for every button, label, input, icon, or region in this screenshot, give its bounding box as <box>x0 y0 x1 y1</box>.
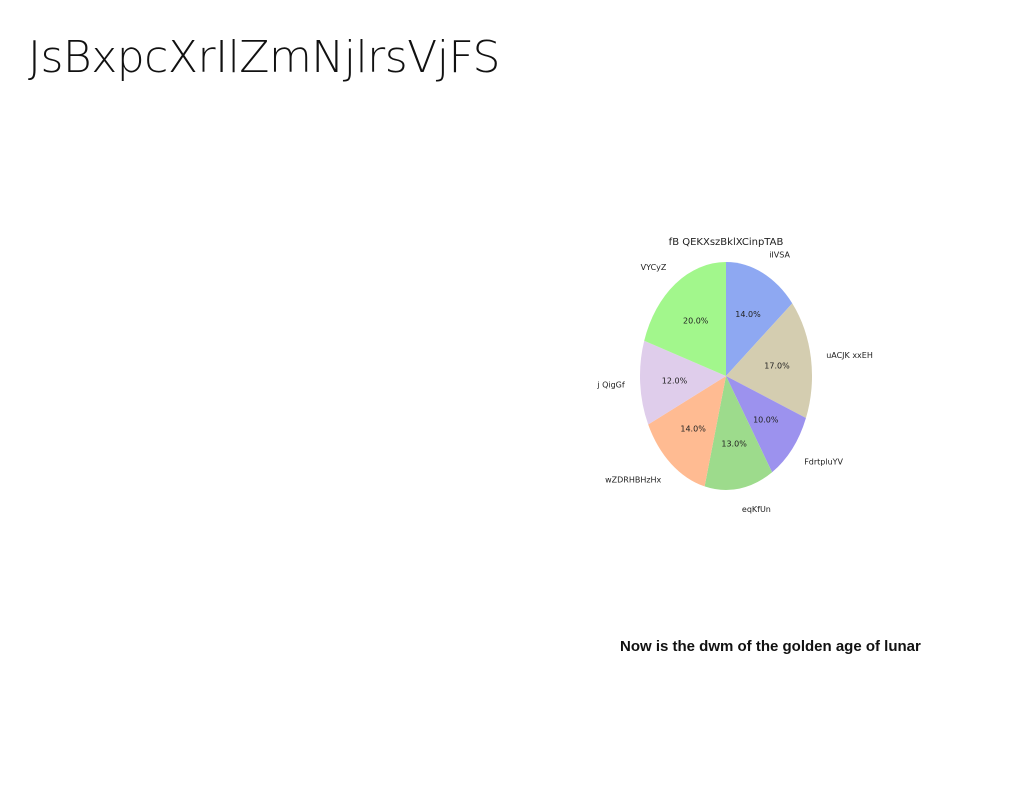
pie-chart-svg: fB QEKXszBklXCinpTAB 14.0% 17.0% 10.0% 13.0… <box>596 237 873 514</box>
chart-title: fB QEKXszBklXCinpTAB <box>669 237 784 248</box>
pie-percent-label: 20.0% <box>683 317 709 326</box>
pie-category-label: iIVSA <box>769 250 790 259</box>
pie-percent-label: 14.0% <box>680 425 706 434</box>
caption-text: Now is the dwm of the golden age of luna… <box>620 638 921 655</box>
pie-category-label: VYCyZ <box>641 263 667 272</box>
page-title: JsBxpcXrIlZmNjlrsVjFS <box>28 32 500 83</box>
pie-percent-label: 12.0% <box>662 376 688 385</box>
pie-category-label: wZDRHBHzHx <box>605 476 661 485</box>
pie-percent-label: 10.0% <box>753 416 779 425</box>
pie-category-label: FdrtpluYV <box>804 458 843 467</box>
pie-percent-label: 14.0% <box>735 310 761 319</box>
pie-category-label: j QigGf <box>596 380 625 389</box>
pie-category-label: eqKfUn <box>742 505 771 514</box>
pie-percent-label: 17.0% <box>764 361 790 370</box>
pie-percent-label: 13.0% <box>721 440 747 449</box>
pie-category-label: uACJK xxEH <box>826 351 873 360</box>
pie-chart: fB QEKXszBklXCinpTAB 14.0% 17.0% 10.0% 13.0… <box>590 228 880 518</box>
